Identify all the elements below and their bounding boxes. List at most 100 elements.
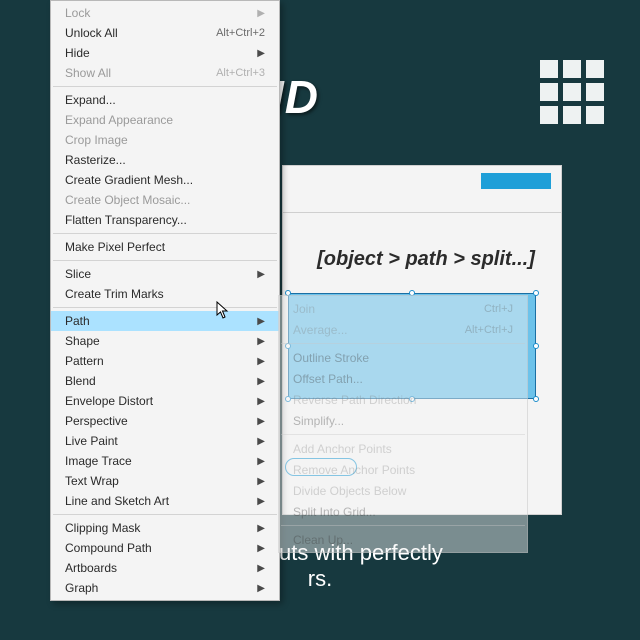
menu-shortcut: Alt+Ctrl+2 bbox=[216, 27, 265, 39]
menu-item-artboards[interactable]: Artboards ▶ bbox=[51, 558, 279, 578]
chevron-right-icon: ▶ bbox=[257, 436, 265, 447]
menu-item-label: Average... bbox=[293, 323, 465, 337]
menu-item-label: Remove Anchor Points bbox=[293, 463, 513, 477]
menu-item-label: Artboards bbox=[65, 561, 251, 575]
menu-item-label: Outline Stroke bbox=[293, 351, 513, 365]
menu-item-hide[interactable]: Hide ▶ bbox=[51, 43, 279, 63]
chevron-right-icon: ▶ bbox=[257, 563, 265, 574]
chevron-right-icon: ▶ bbox=[257, 269, 265, 280]
menu-item-label: Expand... bbox=[65, 93, 265, 107]
submenu-item-average: Average...Alt+Ctrl+J bbox=[279, 319, 527, 340]
chevron-right-icon: ▶ bbox=[257, 416, 265, 427]
menu-item-text-wrap[interactable]: Text Wrap ▶ bbox=[51, 471, 279, 491]
submenu-item-remove-anchor-points: Remove Anchor Points bbox=[279, 459, 527, 480]
submenu-item-divide-objects-below: Divide Objects Below bbox=[279, 480, 527, 501]
menu-item-label: Blend bbox=[65, 374, 251, 388]
menu-item-graph[interactable]: Graph ▶ bbox=[51, 578, 279, 598]
menu-item-create-trim-marks[interactable]: Create Trim Marks bbox=[51, 284, 279, 304]
resize-handle[interactable] bbox=[533, 396, 539, 402]
menu-item-label: Slice bbox=[65, 267, 251, 281]
menu-separator bbox=[53, 86, 277, 87]
canvas-subtitle: [object > path > split...] bbox=[301, 248, 551, 271]
menu-shortcut: Alt+Ctrl+J bbox=[465, 324, 513, 336]
menu-item-label: Shape bbox=[65, 334, 251, 348]
menu-item-image-trace[interactable]: Image Trace▶ bbox=[51, 451, 279, 471]
menu-item-label: Add Anchor Points bbox=[293, 442, 513, 456]
menu-item-label: Unlock All bbox=[65, 26, 216, 40]
resize-handle[interactable] bbox=[533, 290, 539, 296]
object-menu[interactable]: Lock ▶ Unlock AllAlt+Ctrl+2 Hide ▶ Show AllAl… bbox=[50, 0, 280, 601]
chevron-right-icon: ▶ bbox=[257, 396, 265, 407]
menu-item-label: Simplify... bbox=[293, 414, 513, 428]
canvas-tab bbox=[481, 173, 551, 189]
menu-item-label: Crop Image bbox=[65, 133, 265, 147]
menu-item-label: Rasterize... bbox=[65, 153, 265, 167]
chevron-right-icon: ▶ bbox=[257, 583, 265, 594]
menu-item-lock: Lock ▶ bbox=[51, 3, 279, 23]
grid-icon bbox=[540, 60, 604, 124]
menu-item-label: Flatten Transparency... bbox=[65, 213, 265, 227]
menu-item-create-object-mosaic: Create Object Mosaic... bbox=[51, 190, 279, 210]
menu-item-label: Split Into Grid... bbox=[293, 505, 513, 519]
submenu-item-clean-up[interactable]: Clean Up... bbox=[279, 529, 527, 550]
submenu-item-offset-path[interactable]: Offset Path... bbox=[279, 368, 527, 389]
menu-item-label: Make Pixel Perfect bbox=[65, 240, 265, 254]
submenu-item-join: JoinCtrl+J bbox=[279, 298, 527, 319]
menu-item-crop-image: Crop Image bbox=[51, 130, 279, 150]
menu-item-compound-path[interactable]: Compound Path▶ bbox=[51, 538, 279, 558]
menu-item-perspective[interactable]: Perspective▶ bbox=[51, 411, 279, 431]
menu-item-expand-appearance: Expand Appearance bbox=[51, 110, 279, 130]
submenu-item-outline-stroke[interactable]: Outline Stroke bbox=[279, 347, 527, 368]
chevron-right-icon: ▶ bbox=[257, 48, 265, 59]
chevron-right-icon: ▶ bbox=[257, 8, 265, 19]
menu-item-label: Envelope Distort bbox=[65, 394, 251, 408]
menu-item-blend[interactable]: Blend ▶ bbox=[51, 371, 279, 391]
menu-item-label: Create Object Mosaic... bbox=[65, 193, 265, 207]
menu-item-line-and-sketch-art[interactable]: Line and Sketch Art ▶ bbox=[51, 491, 279, 511]
menu-item-make-pixel-perfect[interactable]: Make Pixel Perfect bbox=[51, 237, 279, 257]
submenu-item-split-into-grid[interactable]: Split Into Grid... bbox=[279, 501, 527, 522]
menu-item-path[interactable]: Path▶ bbox=[51, 311, 279, 331]
menu-item-expand[interactable]: Expand... bbox=[51, 90, 279, 110]
chevron-right-icon: ▶ bbox=[257, 316, 265, 327]
menu-separator bbox=[281, 525, 525, 526]
menu-item-label: Line and Sketch Art bbox=[65, 494, 251, 508]
menu-separator bbox=[281, 434, 525, 435]
chevron-right-icon: ▶ bbox=[257, 336, 265, 347]
menu-item-create-gradient-mesh[interactable]: Create Gradient Mesh... bbox=[51, 170, 279, 190]
menu-item-pattern[interactable]: Pattern▶ bbox=[51, 351, 279, 371]
submenu-item-add-anchor-points: Add Anchor Points bbox=[279, 438, 527, 459]
chevron-right-icon: ▶ bbox=[257, 376, 265, 387]
chevron-right-icon: ▶ bbox=[257, 496, 265, 507]
menu-item-unlock-all[interactable]: Unlock AllAlt+Ctrl+2 bbox=[51, 23, 279, 43]
menu-separator bbox=[281, 343, 525, 344]
menu-separator bbox=[53, 260, 277, 261]
menu-item-shape[interactable]: Shape ▶ bbox=[51, 331, 279, 351]
menu-separator bbox=[53, 307, 277, 308]
menu-item-slice[interactable]: Slice ▶ bbox=[51, 264, 279, 284]
menu-item-flatten-transparency[interactable]: Flatten Transparency... bbox=[51, 210, 279, 230]
chevron-right-icon: ▶ bbox=[257, 523, 265, 534]
menu-item-label: Hide bbox=[65, 46, 251, 60]
submenu-item-simplify[interactable]: Simplify... bbox=[279, 410, 527, 431]
menu-separator bbox=[53, 233, 277, 234]
chevron-right-icon: ▶ bbox=[257, 476, 265, 487]
path-submenu[interactable]: JoinCtrl+JAverage...Alt+Ctrl+JOutline St… bbox=[278, 295, 528, 553]
menu-item-label: Lock bbox=[65, 6, 251, 20]
menu-item-envelope-distort[interactable]: Envelope Distort ▶ bbox=[51, 391, 279, 411]
menu-item-label: Graph bbox=[65, 581, 251, 595]
menu-item-label: Pattern bbox=[65, 354, 251, 368]
chevron-right-icon: ▶ bbox=[257, 456, 265, 467]
chevron-right-icon: ▶ bbox=[257, 543, 265, 554]
resize-handle[interactable] bbox=[533, 343, 539, 349]
menu-item-label: Reverse Path Direction bbox=[293, 393, 513, 407]
menu-shortcut: Ctrl+J bbox=[484, 303, 513, 315]
menu-shortcut: Alt+Ctrl+3 bbox=[216, 67, 265, 79]
menu-item-label: Offset Path... bbox=[293, 372, 513, 386]
menu-item-show-all: Show AllAlt+Ctrl+3 bbox=[51, 63, 279, 83]
menu-item-label: Live Paint bbox=[65, 434, 251, 448]
menu-item-rasterize[interactable]: Rasterize... bbox=[51, 150, 279, 170]
menu-item-clipping-mask[interactable]: Clipping Mask▶ bbox=[51, 518, 279, 538]
menu-item-label: Text Wrap bbox=[65, 474, 251, 488]
menu-item-live-paint[interactable]: Live Paint ▶ bbox=[51, 431, 279, 451]
